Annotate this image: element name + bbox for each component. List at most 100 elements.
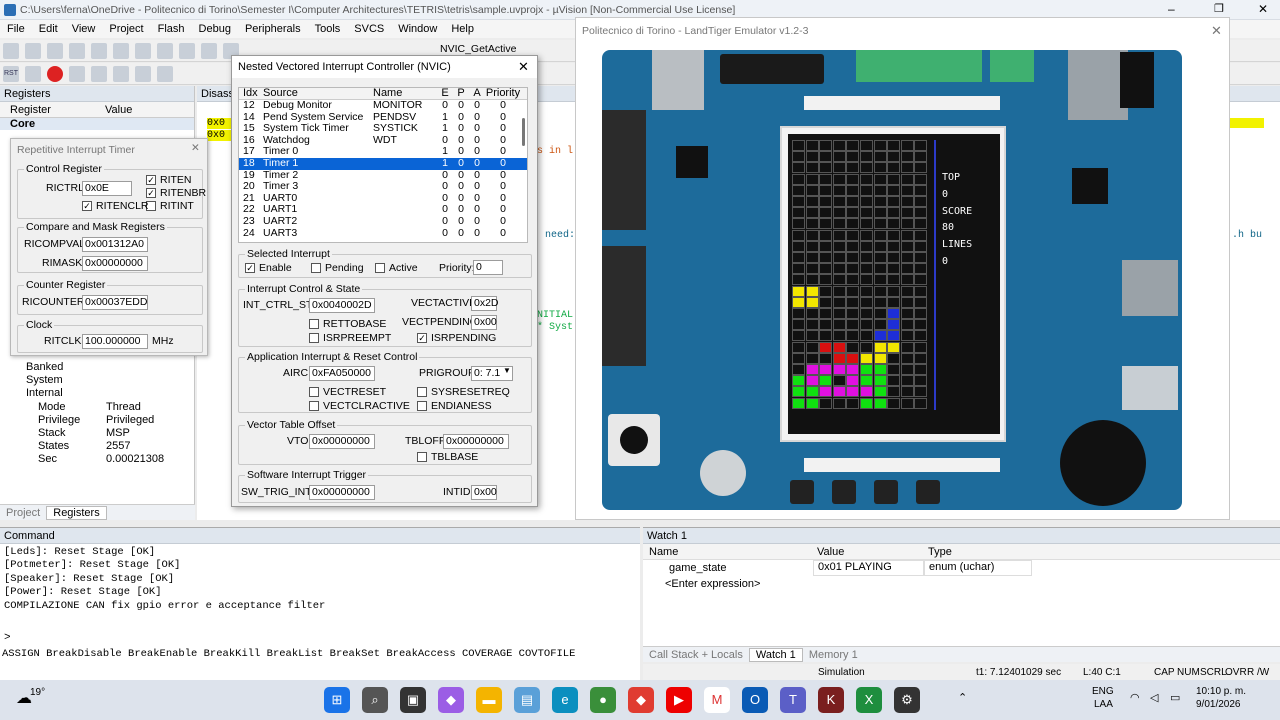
intid-field[interactable]: 0x00 (471, 485, 497, 500)
save-icon[interactable] (47, 42, 63, 59)
menu-svcs[interactable]: SVCS (347, 20, 391, 38)
button-3[interactable] (874, 480, 898, 504)
search-icon[interactable]: ⌕ (362, 687, 388, 713)
command-window-icon[interactable] (157, 65, 173, 82)
nvic-close-icon[interactable]: ✕ (518, 59, 529, 75)
vto-field[interactable]: 0x00000000 (309, 434, 375, 449)
menu-help[interactable]: Help (444, 20, 481, 38)
nvic-row[interactable]: 19 Timer 20000 (239, 170, 527, 182)
run-icon[interactable] (25, 65, 41, 82)
col-register[interactable]: Register (0, 104, 105, 116)
command-prompt[interactable]: > (4, 632, 11, 644)
maximize-icon[interactable]: ❐ (1214, 2, 1224, 15)
keyboard-layout[interactable]: LAA (1094, 699, 1113, 710)
language-indicator[interactable]: ENG (1092, 686, 1114, 697)
excel-icon[interactable]: X (856, 687, 882, 713)
tbloff-field[interactable]: 0x00000000 (443, 434, 509, 449)
edge-icon[interactable]: e (552, 687, 578, 713)
reg-sec-value[interactable]: 0.00021308 (106, 453, 164, 465)
app-red-icon[interactable]: ◆ (628, 687, 654, 713)
save-all-icon[interactable] (69, 42, 85, 59)
nvic-scrollbar[interactable] (522, 118, 525, 146)
tab-watch-1[interactable]: Watch 1 (748, 647, 803, 662)
emulator-close-icon[interactable]: ✕ (1211, 23, 1222, 39)
copy-icon[interactable] (113, 42, 129, 59)
priority-field[interactable]: 0 (473, 260, 503, 275)
chrome-icon[interactable]: ● (590, 687, 616, 713)
paste-icon[interactable] (135, 42, 151, 59)
menu-flash[interactable]: Flash (151, 20, 192, 38)
rimask-field[interactable]: 0x00000000 (82, 256, 148, 271)
nvic-row[interactable]: 15 System Tick Timer SYSTICK 1 0 0 0 (239, 123, 527, 135)
tree-banked[interactable]: Banked (4, 361, 189, 374)
ricompval-field[interactable]: 0x001312A0 (82, 237, 148, 252)
menu-window[interactable]: Window (391, 20, 444, 38)
col-value[interactable]: Value (105, 104, 132, 116)
nav-back-icon[interactable] (201, 42, 217, 59)
sw-trig-int-field[interactable]: 0x00000000 (309, 485, 375, 500)
menu-file[interactable]: File (0, 20, 32, 38)
stop-icon[interactable] (47, 65, 63, 82)
airc-field[interactable]: 0xFA050000 (309, 366, 375, 381)
tree-core[interactable]: Core (0, 118, 194, 130)
tree-internal[interactable]: Internal (4, 387, 189, 400)
menu-view[interactable]: View (65, 20, 103, 38)
ritclk-field[interactable]: 100.000000 (82, 334, 148, 349)
settings-icon[interactable]: ⚙ (894, 687, 920, 713)
watch-row[interactable]: game_state 0x01 PLAYING enum (uchar) (643, 560, 1280, 576)
nvic-row[interactable]: 14 Pend System Service PENDSV 1 0 0 0 (239, 112, 527, 124)
minimize-icon[interactable]: – (1168, 2, 1175, 16)
reset-icon[interactable]: RST (3, 65, 19, 82)
ritenclr-checkbox[interactable]: ✓ (82, 201, 92, 211)
watch-col-name[interactable]: Name (643, 546, 813, 558)
tab-memory-1[interactable]: Memory 1 (803, 649, 864, 661)
store-icon[interactable]: ▤ (514, 687, 540, 713)
tree-system[interactable]: System (4, 374, 189, 387)
chevron-down-icon[interactable]: ▼ (503, 366, 511, 375)
menu-peripherals[interactable]: Peripherals (238, 20, 308, 38)
ritenbr-checkbox[interactable]: ✓ (146, 188, 156, 198)
isrpending-checkbox[interactable]: ✓ (417, 333, 427, 343)
tray-chevron-icon[interactable]: ⌃ (958, 691, 967, 704)
nvic-row[interactable]: 22 UART1 0 0 0 0 (239, 204, 527, 216)
gmail-icon[interactable]: M (704, 687, 730, 713)
button-4[interactable] (916, 480, 940, 504)
youtube-icon[interactable]: ▶ (666, 687, 692, 713)
rit-close-icon[interactable]: ✕ (191, 142, 200, 154)
task-view-icon[interactable]: ▣ (400, 687, 426, 713)
nvic-row[interactable]: 20 Timer 30000 (239, 181, 527, 193)
nvic-col-e[interactable]: E (437, 88, 453, 99)
vectclractive-checkbox[interactable] (309, 401, 319, 411)
nvic-col-priority[interactable]: Priority (485, 88, 521, 99)
vectreset-checkbox[interactable] (309, 387, 319, 397)
enable-checkbox[interactable]: ✓ (245, 263, 255, 273)
redo-icon[interactable] (179, 42, 195, 59)
clock-time[interactable]: 10:10 p. m. (1196, 686, 1246, 697)
reg-privilege-value[interactable]: Privileged (106, 414, 154, 426)
cut-icon[interactable] (91, 42, 107, 59)
run-to-cursor-icon[interactable] (135, 65, 151, 82)
nvic-row[interactable]: 18 Timer 11000 (239, 157, 527, 170)
nvic-row[interactable]: 21 UART0 0 0 0 0 (239, 193, 527, 205)
enter-expression[interactable]: <Enter expression> (643, 578, 813, 590)
copilot-icon[interactable]: ◆ (438, 687, 464, 713)
new-file-icon[interactable] (3, 42, 19, 59)
outlook-icon[interactable]: O (742, 687, 768, 713)
menu-debug[interactable]: Debug (192, 20, 238, 38)
riten-checkbox[interactable]: ✓ (146, 175, 156, 185)
menu-edit[interactable]: Edit (32, 20, 65, 38)
nvic-row[interactable]: 23 UART2 0 0 0 0 (239, 216, 527, 228)
menu-project[interactable]: Project (102, 20, 150, 38)
nvic-row[interactable]: 16 Watchdog WDT 0 0 0 0 (239, 135, 527, 147)
step-out-icon[interactable] (113, 65, 129, 82)
tab-registers[interactable]: Registers (46, 505, 107, 520)
battery-icon[interactable]: ▭ (1170, 691, 1180, 704)
rictrl-field[interactable]: 0x0E (82, 181, 132, 196)
int-ctrl-st-field[interactable]: 0x0040002D (309, 298, 375, 313)
open-icon[interactable] (25, 42, 41, 59)
keil-icon[interactable]: K (818, 687, 844, 713)
rettobase-checkbox[interactable] (309, 319, 319, 329)
joystick[interactable] (700, 450, 746, 496)
nvic-col-a[interactable]: A (469, 88, 485, 99)
endianess-checkbox[interactable] (417, 401, 427, 411)
